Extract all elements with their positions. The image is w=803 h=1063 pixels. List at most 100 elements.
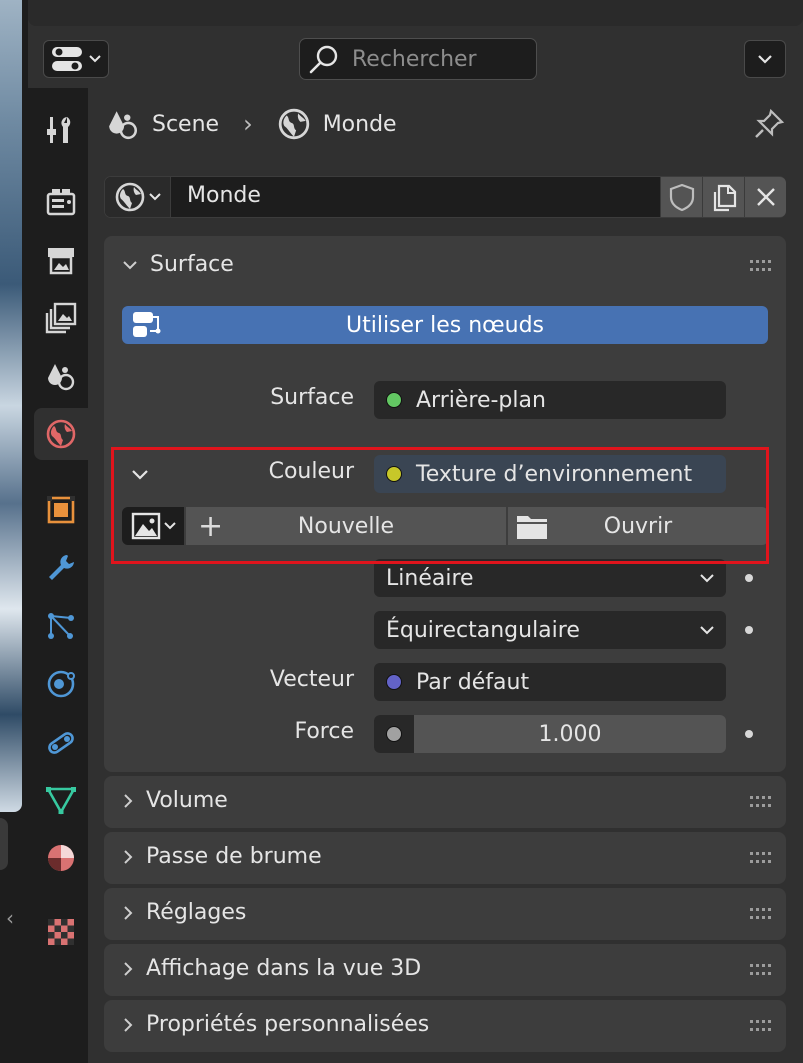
material-icon bbox=[48, 845, 74, 871]
viewport-display-panel[interactable]: Affichage dans la vue 3D bbox=[104, 944, 786, 996]
chevron-down-icon bbox=[758, 55, 772, 64]
panel-title: Surface bbox=[150, 252, 234, 277]
material-tab[interactable] bbox=[34, 832, 88, 884]
properties-main: Scene › Monde Monde Surface Utiliser les… bbox=[88, 88, 803, 1063]
mist-pass-panel[interactable]: Passe de brume bbox=[104, 832, 786, 884]
chevron-left-icon[interactable]: ‹ bbox=[6, 906, 14, 930]
world-name-field[interactable]: Monde bbox=[187, 183, 261, 208]
output-icon bbox=[48, 248, 74, 275]
projection-value: Équirectangulaire bbox=[386, 617, 580, 643]
use-nodes-label: Utiliser les nœuds bbox=[345, 312, 545, 338]
duplicate-icon bbox=[713, 184, 736, 212]
surface-value: Arrière-plan bbox=[416, 387, 546, 413]
vector-value: Par défaut bbox=[416, 669, 530, 695]
tool-tab[interactable] bbox=[34, 104, 88, 156]
properties-editor-icon bbox=[52, 47, 82, 71]
texture-tab[interactable] bbox=[34, 906, 88, 958]
animate-property-icon[interactable] bbox=[745, 574, 753, 582]
float-socket-icon bbox=[374, 715, 414, 753]
surface-shader-field[interactable]: Arrière-plan bbox=[374, 381, 726, 419]
volume-panel-header: Volume bbox=[122, 788, 228, 813]
scene-icon bbox=[48, 364, 75, 391]
options-dropdown-button[interactable] bbox=[744, 40, 786, 78]
projection-dropdown[interactable]: Équirectangulaire bbox=[374, 611, 726, 649]
chevron-right-icon bbox=[124, 961, 133, 976]
vector-socket-icon bbox=[386, 674, 402, 690]
chevron-right-icon: › bbox=[243, 110, 253, 138]
animate-property-icon[interactable] bbox=[745, 730, 753, 738]
unlink-button[interactable] bbox=[744, 177, 786, 217]
chevron-down-icon bbox=[700, 574, 714, 583]
world-icon bbox=[46, 419, 76, 449]
chevron-right-icon bbox=[124, 793, 133, 808]
texture-icon bbox=[48, 919, 74, 945]
force-field[interactable]: 1.000 bbox=[374, 715, 726, 753]
panel-title: Passe de brume bbox=[146, 844, 322, 869]
chevron-down-icon bbox=[89, 55, 101, 63]
physics-tab[interactable] bbox=[34, 658, 88, 710]
scene-icon bbox=[109, 111, 138, 140]
fake-user-button[interactable] bbox=[660, 177, 702, 217]
drag-handle-icon[interactable] bbox=[750, 1020, 774, 1032]
view-layer-tab[interactable] bbox=[34, 292, 88, 344]
node-tree-icon bbox=[133, 312, 161, 337]
vector-input-field[interactable]: Par défaut bbox=[374, 663, 726, 701]
breadcrumb-scene[interactable]: Scene bbox=[152, 112, 219, 137]
panel-title: Volume bbox=[146, 788, 228, 813]
modifier-tab[interactable] bbox=[34, 542, 88, 594]
physics-icon bbox=[47, 670, 75, 698]
constraints-tab[interactable] bbox=[34, 716, 88, 768]
duplicate-button[interactable] bbox=[702, 177, 744, 217]
force-label: Force bbox=[294, 719, 354, 744]
panel-title: Affichage dans la vue 3D bbox=[146, 956, 422, 981]
search-input[interactable]: Rechercher bbox=[299, 38, 537, 80]
drag-handle-icon[interactable] bbox=[750, 964, 774, 976]
settings-panel-header: Réglages bbox=[122, 900, 246, 925]
shader-socket-icon bbox=[386, 392, 402, 408]
drag-handle-icon[interactable] bbox=[750, 908, 774, 920]
panel-title: Réglages bbox=[146, 900, 247, 925]
mesh-data-icon bbox=[45, 787, 77, 815]
custom-properties-panel[interactable]: Propriétés personnalisées bbox=[104, 1000, 786, 1052]
drag-handle-icon[interactable] bbox=[750, 796, 774, 808]
use-nodes-button[interactable]: Utiliser les nœuds bbox=[122, 306, 768, 344]
animate-property-icon[interactable] bbox=[745, 626, 753, 634]
object-tab[interactable] bbox=[34, 484, 88, 536]
surface-panel-header[interactable]: Surface bbox=[122, 252, 234, 277]
particles-tab[interactable] bbox=[34, 600, 88, 652]
drag-handle-icon[interactable] bbox=[750, 852, 774, 864]
3d-viewport-edge[interactable] bbox=[0, 0, 22, 812]
settings-panel[interactable]: Réglages bbox=[104, 888, 786, 940]
tool-icon bbox=[47, 117, 71, 143]
world-tab[interactable] bbox=[34, 408, 88, 460]
output-tab[interactable] bbox=[34, 234, 88, 286]
render-tab[interactable] bbox=[34, 176, 88, 228]
properties-header: Rechercher bbox=[28, 32, 803, 88]
chevron-right-icon bbox=[124, 1017, 133, 1032]
properties-tabs bbox=[28, 88, 88, 1063]
chevron-down-icon bbox=[700, 626, 714, 635]
chevron-right-icon bbox=[124, 849, 133, 864]
viewport-side-handle[interactable] bbox=[0, 818, 8, 870]
object-icon bbox=[47, 496, 75, 524]
world-icon bbox=[115, 182, 145, 212]
pin-icon[interactable] bbox=[753, 108, 785, 146]
custom-properties-panel-header: Propriétés personnalisées bbox=[122, 1012, 429, 1037]
chevron-down-icon bbox=[123, 260, 137, 269]
drag-handle-icon[interactable] bbox=[750, 260, 774, 272]
interpolation-value: Linéaire bbox=[386, 565, 474, 591]
scene-tab[interactable] bbox=[34, 350, 88, 402]
world-browse-button[interactable] bbox=[105, 177, 171, 217]
volume-panel[interactable]: Volume bbox=[104, 776, 786, 828]
data-tab[interactable] bbox=[34, 774, 88, 826]
editor-type-button[interactable] bbox=[43, 40, 109, 78]
interpolation-dropdown[interactable]: Linéaire bbox=[374, 559, 726, 597]
area-top-strip bbox=[28, 0, 803, 26]
particles-icon bbox=[48, 613, 74, 639]
world-datablock-selector: Monde bbox=[104, 176, 786, 218]
panel-title: Propriétés personnalisées bbox=[146, 1012, 430, 1037]
breadcrumb: Scene › Monde bbox=[106, 106, 397, 142]
force-value: 1.000 bbox=[538, 721, 602, 747]
render-icon bbox=[46, 189, 76, 216]
breadcrumb-world[interactable]: Monde bbox=[323, 112, 397, 137]
